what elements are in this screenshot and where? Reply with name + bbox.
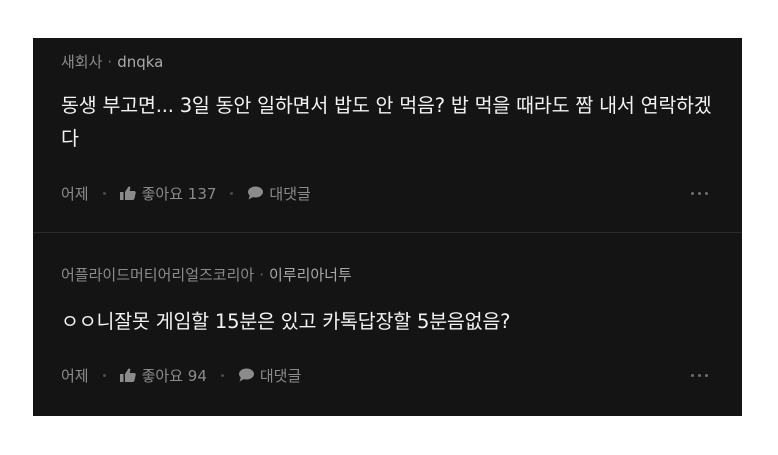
like-count-label: 좋아요 94 <box>141 366 207 385</box>
comment-time: 어제 <box>61 366 89 385</box>
comment-meta: 새회사 · dnqka <box>61 51 163 72</box>
comment-text: 동생 부고면... 3일 동안 일하면서 밥도 안 먹음? 밥 먹을 때라도 짬… <box>61 94 712 150</box>
comment-source[interactable]: 새회사 <box>61 53 102 71</box>
speech-bubble-icon <box>238 368 254 382</box>
action-separator <box>230 191 234 195</box>
reply-label: 대댓글 <box>259 366 302 385</box>
action-separator <box>102 191 106 195</box>
meta-separator: · <box>107 53 113 71</box>
more-button[interactable] <box>691 374 708 377</box>
comment-actions: 어제 좋아요 94 대댓글 <box>61 365 301 385</box>
comment-list: 새회사 · dnqka 동생 부고면... 3일 동안 일하면서 밥도 안 먹음? … <box>33 38 742 416</box>
action-separator <box>220 373 224 377</box>
speech-bubble-icon <box>248 186 264 200</box>
more-button[interactable] <box>691 192 708 195</box>
meta-separator: · <box>259 266 264 284</box>
like-count-label: 좋아요 137 <box>141 184 217 203</box>
like-button[interactable]: 좋아요 94 <box>119 365 207 386</box>
reply-label: 대댓글 <box>269 184 311 203</box>
more-dots-icon <box>691 192 694 195</box>
comment-time: 어제 <box>61 184 89 203</box>
reply-button[interactable]: 대댓글 <box>247 183 311 204</box>
thumbs-up-icon <box>119 368 136 382</box>
comment-item: 새회사 · dnqka 동생 부고면... 3일 동안 일하면서 밥도 안 먹음? … <box>33 38 742 232</box>
more-dots-icon <box>691 374 694 377</box>
comment-author[interactable]: 이루리아너투 <box>269 266 352 284</box>
comment-actions: 어제 좋아요 137 대댓글 <box>61 183 311 203</box>
reply-button[interactable]: 대댓글 <box>238 365 301 386</box>
comment-item: 어플라이드머티어리얼즈코리아 · 이루리아너투 ㅇㅇ니잘못 게임할 15분은 있고 … <box>33 233 742 416</box>
comment-author[interactable]: dnqka <box>117 53 163 71</box>
like-button[interactable]: 좋아요 137 <box>119 183 217 204</box>
action-separator <box>102 373 106 377</box>
comment-meta: 어플라이드머티어리얼즈코리아 · 이루리아너투 <box>61 264 352 285</box>
comment-text: ㅇㅇ니잘못 게임할 15분은 있고 카톡답장할 5분음없음? <box>61 310 511 333</box>
thumbs-up-icon <box>119 186 136 200</box>
comment-source[interactable]: 어플라이드머티어리얼즈코리아 <box>61 266 254 284</box>
